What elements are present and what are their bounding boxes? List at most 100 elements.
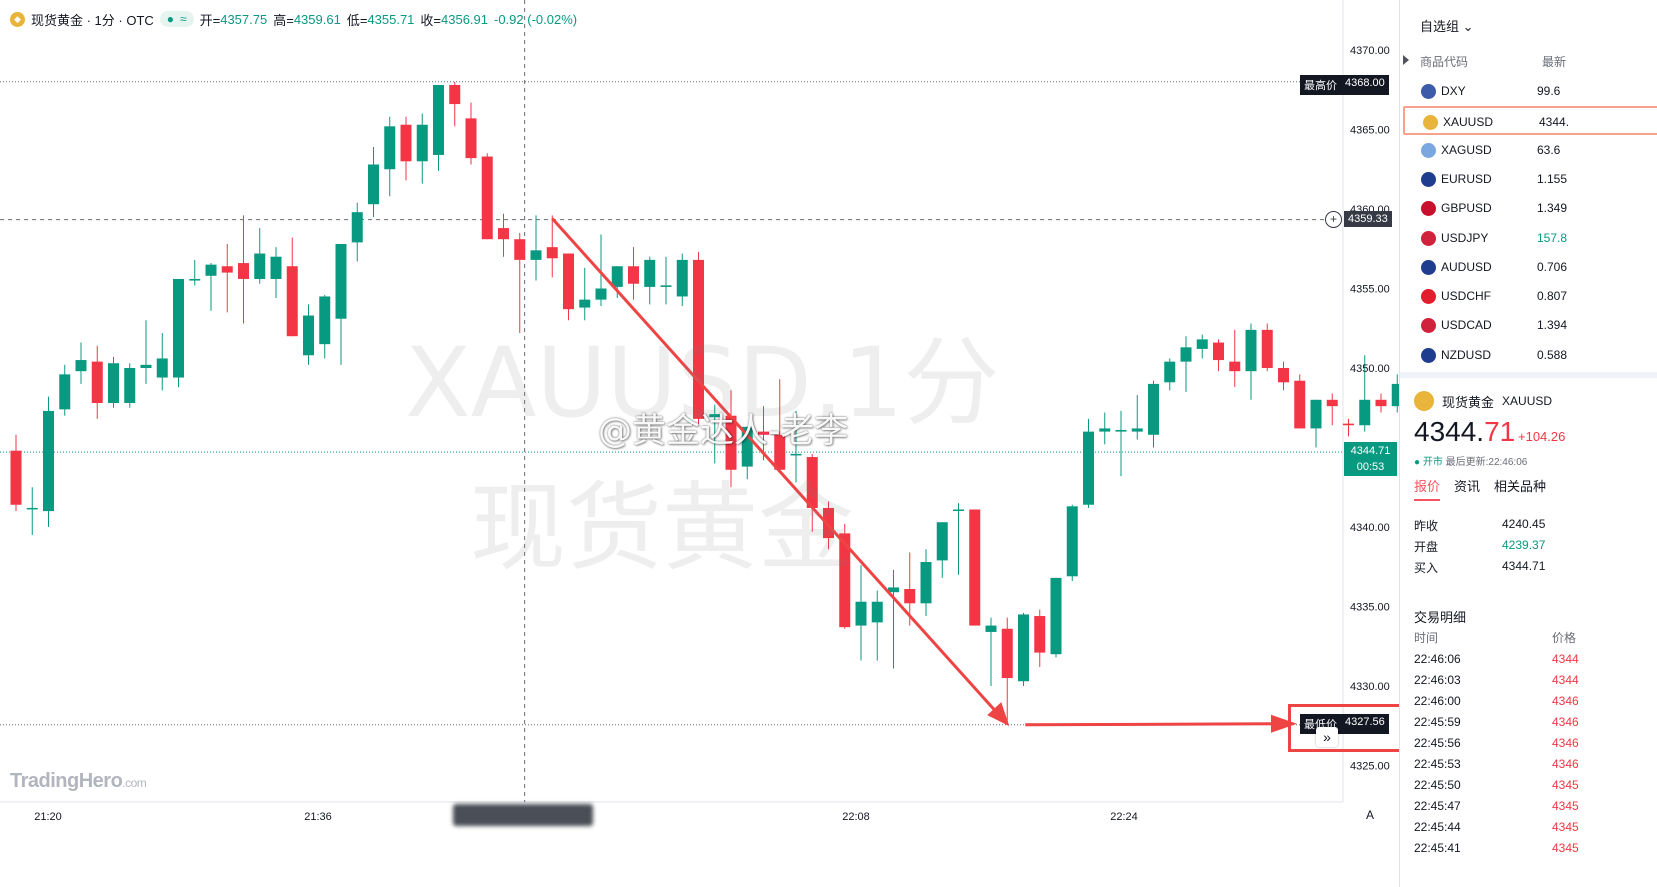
high-label: 高=: [273, 12, 294, 28]
time-tick-label: 22:08: [842, 811, 870, 823]
high-price-tag: 最高价 4368.00: [1300, 75, 1389, 95]
tick-row: 22:45:50 4345: [1414, 778, 1657, 792]
watchlist-row[interactable]: DXY 99.6: [1403, 77, 1657, 106]
candle-body: [449, 84, 461, 105]
candle-body: [400, 124, 412, 162]
details-price-main: 4344.: [1414, 416, 1485, 447]
watchlist-row[interactable]: NZDUSD 0.588: [1403, 341, 1657, 370]
candle-body: [481, 156, 493, 240]
tick-time: 22:46:00: [1414, 694, 1461, 708]
candle-body: [91, 361, 103, 403]
details-change: +104.26: [1518, 429, 1566, 444]
candle-body: [693, 259, 704, 419]
low-value: 4355.71: [367, 11, 415, 27]
watchlist-row[interactable]: XAGUSD 63.6: [1403, 136, 1657, 165]
watchlist-last: 0.706: [1537, 259, 1568, 274]
brand-name: TradingHero: [10, 770, 123, 792]
tick-price: 4346: [1552, 694, 1579, 708]
chart-area[interactable]: 4370.00 4365.00 4360.00 4355.00 4350.00 4340.…: [0, 0, 1478, 887]
candle-body: [969, 509, 981, 626]
candle-body: [1099, 428, 1111, 432]
ca-flag-icon: [1421, 318, 1436, 334]
market-status: ● 开市 最后更新:22:46:06: [1414, 453, 1527, 468]
tick-row: 22:46:03 4344: [1414, 673, 1657, 687]
col-symbol[interactable]: 商品代码: [1420, 53, 1468, 70]
quote-row: 买入 4344.71: [1414, 559, 1654, 576]
time-tick-label: 22:24: [1110, 811, 1138, 823]
blurred-tooltip: [453, 804, 593, 826]
price-tick-label: 4350.00: [1350, 363, 1390, 375]
tick-row: 22:45:41 4345: [1414, 841, 1657, 855]
legend-title[interactable]: 现货黄金 · 1分 · OTC: [31, 10, 154, 29]
candle-body: [1050, 577, 1062, 655]
scroll-to-realtime-button[interactable]: »: [1316, 727, 1338, 747]
candle-body: [936, 522, 948, 561]
tick-price: 4345: [1552, 820, 1579, 834]
candle-body: [595, 288, 607, 300]
candle-body: [286, 266, 298, 337]
candle-body: [546, 247, 558, 259]
tab-related[interactable]: 相关品种: [1494, 476, 1546, 501]
change-value: -0.92 (-0.02%): [494, 11, 578, 27]
quote-row: 昨收 4240.45: [1414, 517, 1654, 534]
quote-label: 买入: [1414, 561, 1439, 575]
auto-scale-button[interactable]: A: [1366, 808, 1374, 822]
price-tick-label: 4370.00: [1350, 45, 1390, 57]
nz-flag-icon: [1421, 347, 1436, 363]
panel-divider: [1400, 372, 1657, 378]
price-tick-label: 4325.00: [1350, 761, 1390, 773]
ticks-columns: 时间 价格: [1414, 629, 1657, 646]
candle-body: [579, 299, 591, 308]
tick-price: 4344: [1552, 652, 1579, 666]
tick-price: 4345: [1552, 778, 1579, 792]
candle-body: [1391, 383, 1399, 407]
candle-body: [611, 266, 623, 287]
low-highlight-box: [1288, 704, 1408, 752]
watchlist-row[interactable]: GBPUSD 1.349: [1403, 194, 1657, 223]
watchlist-row[interactable]: EURUSD 1.155: [1403, 165, 1657, 194]
candle-body: [904, 589, 916, 604]
details-name[interactable]: 现货黄金: [1442, 392, 1494, 411]
tick-time: 22:45:47: [1414, 799, 1461, 813]
last-update: 最后更新:22:46:06: [1445, 457, 1528, 468]
watchlist-last: 1.394: [1537, 318, 1568, 333]
silver-icon: [1421, 142, 1436, 158]
tick-price: 4345: [1552, 841, 1579, 855]
candle-body: [319, 296, 331, 345]
wave-icon: ≈: [180, 12, 187, 26]
candle-body: [124, 368, 136, 403]
col-last[interactable]: 最新: [1542, 53, 1566, 70]
watchlist-row[interactable]: USDCHF 0.807: [1403, 282, 1657, 311]
candle-body: [1294, 380, 1306, 429]
candle-body: [871, 601, 883, 623]
open-value: 4357.75: [220, 11, 268, 27]
watchlist-selector[interactable]: 自选组 ⌄: [1420, 16, 1474, 35]
price-tick-label: 4335.00: [1350, 602, 1390, 614]
candle-body: [1131, 428, 1143, 432]
watchlist-symbol: AUDUSD: [1441, 259, 1492, 274]
candle-body: [254, 253, 266, 279]
tab-news[interactable]: 资讯: [1454, 476, 1480, 501]
add-alert-plus-icon[interactable]: +: [1325, 211, 1342, 228]
candle-body: [465, 118, 477, 159]
details-tabs: 报价 资讯 相关品种: [1414, 476, 1546, 501]
tab-quote[interactable]: 报价: [1414, 476, 1441, 501]
quote-value: 4240.45: [1502, 517, 1546, 531]
crosshair-price-tag: 4359.33: [1344, 211, 1392, 227]
candle-body: [368, 164, 379, 205]
gold-icon: [1414, 391, 1434, 411]
time-tick-label: 21:20: [34, 811, 62, 823]
watchlist-row[interactable]: AUDUSD 0.706: [1403, 253, 1657, 282]
candle-body: [335, 243, 347, 319]
watchlist-row[interactable]: USDCAD 1.394: [1403, 311, 1657, 340]
watchlist-row[interactable]: USDJPY 157.8: [1403, 224, 1657, 253]
candle-body: [1164, 361, 1176, 383]
tick-row: 22:45:59 4346: [1414, 715, 1657, 729]
watchlist-row[interactable]: XAUUSD 4344.: [1403, 106, 1657, 136]
watchlist-last: 63.6: [1537, 142, 1561, 157]
candle-body: [1196, 339, 1208, 349]
watchlist-last: 0.807: [1537, 289, 1568, 304]
candle-body: [644, 259, 656, 287]
legend-status-pill[interactable]: ● ≈: [159, 11, 194, 27]
candle-body: [1213, 342, 1224, 361]
